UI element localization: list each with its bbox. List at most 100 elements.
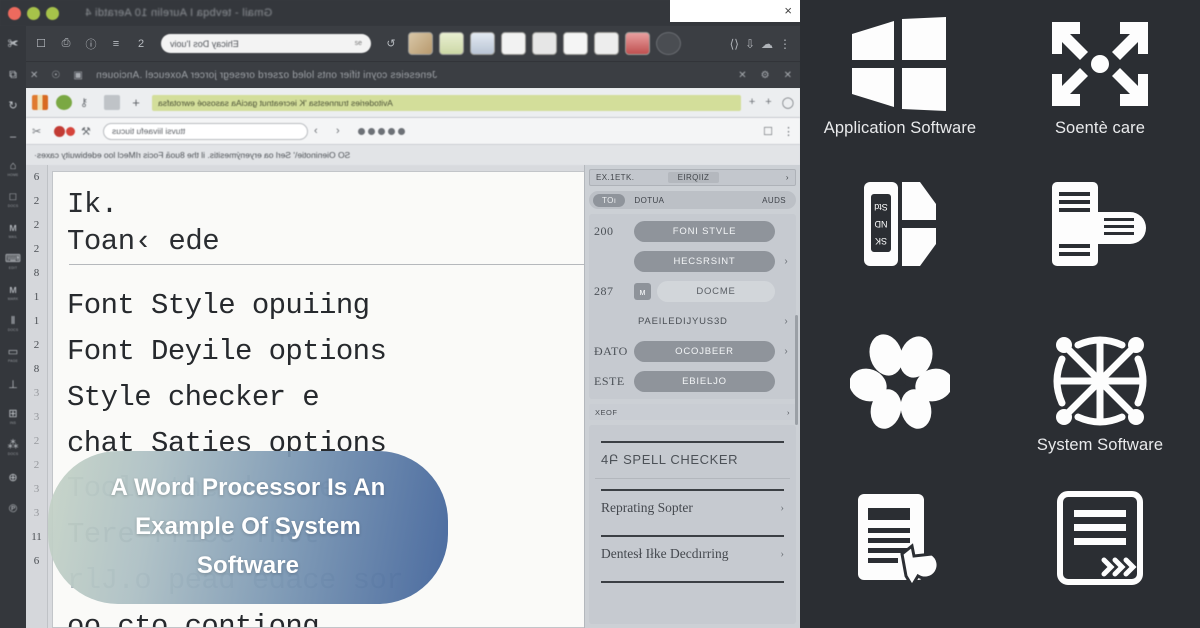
print-icon[interactable]: ⎙ <box>55 34 77 54</box>
inspector-row[interactable]: HECSRSINT › <box>594 251 791 272</box>
inspector-row-button[interactable]: HECSRSINT <box>634 251 775 272</box>
rail-item-12[interactable]: ⊞ INS <box>1 402 25 432</box>
page-count-icon[interactable]: 2 <box>130 34 152 54</box>
inspector-row[interactable]: PAEILEDIJYUS3D › <box>594 311 791 332</box>
browser-tab-title[interactable]: Gmail - tevbqa I Aurelin 10 Aeratdi 4 <box>85 7 272 19</box>
chevron-right-icon[interactable]: › <box>780 502 784 515</box>
bookmark-item-icon-2[interactable]: ✕ <box>30 70 38 81</box>
record-icon-2[interactable] <box>66 126 75 136</box>
overflow-menu-icon[interactable]: ⋮ <box>779 37 791 51</box>
calendar-icon[interactable] <box>532 32 557 55</box>
chevron-right-icon[interactable]: › <box>787 408 790 417</box>
highlight-notification-bar[interactable]: Avitoderies trunnestsa 'K iecreatnut gac… <box>152 94 741 111</box>
inspector-row-button[interactable]: PAEILEDIJYUS3D <box>634 311 775 332</box>
inspector-row-button[interactable]: EBIELJO <box>634 371 775 392</box>
rail-item-5[interactable]: □ DOCS <box>1 185 25 215</box>
spell-checker-label[interactable]: 4Բ SPELL CHECKER <box>597 443 788 478</box>
list-icon[interactable]: ≡ <box>105 34 127 54</box>
icon-cell-printer[interactable] <box>1000 157 1200 314</box>
close-window-icon[interactable] <box>8 6 21 20</box>
rail-item-0[interactable]: ✀ <box>1 30 25 60</box>
window-traffic-lights[interactable] <box>8 6 59 20</box>
more-icon[interactable]: ⋮ <box>783 125 794 138</box>
left-icon-rail[interactable]: ✀ ⧉ ↻ – ⌂ HOME □ DOCS ᴍ MAIL ⌨ EDIT ᴍ MARK ‖ DOCS ▭ PAGE ⊥… <box>0 26 26 628</box>
sync-icon[interactable]: ✕ <box>738 70 746 81</box>
inspector-tabs[interactable]: TOı DOTUA AUDS <box>589 191 796 209</box>
info-icon[interactable]: ⓘ <box>80 34 102 54</box>
add-row-icon[interactable]: + <box>749 96 755 109</box>
status-circle-icon[interactable] <box>56 95 72 110</box>
rail-item-3[interactable]: – <box>1 123 25 153</box>
inspector-list-item[interactable]: Dentesł Iłke Decdırring › <box>597 537 788 571</box>
extension-icon-1[interactable] <box>408 32 433 55</box>
settings-icon[interactable]: ⚙ <box>761 70 770 81</box>
paging-dots[interactable] <box>358 127 405 135</box>
alert-icon[interactable] <box>625 32 650 55</box>
bookmarks-label[interactable]: Jeneseies coyni tifier onts loled ozserd… <box>96 70 437 81</box>
refresh-icon[interactable]: ↺ <box>380 34 402 54</box>
add-icon[interactable]: + <box>128 95 144 110</box>
find-input[interactable]: ttuvsi liivaefu tiucus <box>103 122 308 140</box>
inspector-row-button[interactable]: DOCME <box>657 281 775 302</box>
add-column-icon[interactable]: + <box>765 96 771 109</box>
maximize-window-icon[interactable] <box>46 6 59 20</box>
bookmarks-bar-end[interactable]: ✕ ⚙ ✕ <box>738 70 792 81</box>
scissors-icon[interactable]: ✂ <box>32 124 48 139</box>
rail-item-1[interactable]: ⧉ <box>1 61 25 91</box>
inspector-row[interactable]: 200 FONI STVLE <box>594 221 791 242</box>
rail-item-9[interactable]: ‖ DOCS <box>1 309 25 339</box>
icon-cell-flower[interactable] <box>800 314 1000 471</box>
flag-icon[interactable] <box>563 32 588 55</box>
tab-end[interactable]: AUDS <box>762 196 792 205</box>
icon-cell-soente-care[interactable]: Soentè care <box>1000 0 1200 157</box>
save-icon[interactable] <box>501 32 526 55</box>
toolbar-end-actions[interactable]: ⟨⟩ ⇩ ☁ ⋮ <box>730 37 795 51</box>
inspector-row[interactable]: ESTE EBIELJO <box>594 371 791 392</box>
inspector-row[interactable]: 287 ᴍ DOCME <box>594 281 791 302</box>
inspector-row-button[interactable]: OCOJBEER <box>634 341 775 362</box>
rail-item-6[interactable]: ᴍ MAIL <box>1 216 25 246</box>
icon-cell-document-lines[interactable] <box>1000 471 1200 628</box>
rail-item-13[interactable]: ⁂ DOCS <box>1 433 25 463</box>
rail-item-7[interactable]: ⌨ EDIT <box>1 247 25 277</box>
rail-item-11[interactable]: ⊥ <box>1 371 25 401</box>
chevron-right-icon[interactable]: › <box>781 346 791 357</box>
rail-item-2[interactable]: ↻ <box>1 92 25 122</box>
brush-icon[interactable]: ⚒ <box>81 124 97 139</box>
app-toolbar-secondary-actions[interactable]: ☐ ⋮ <box>763 125 794 138</box>
color-swatch-icon[interactable] <box>32 95 48 110</box>
rail-item-8[interactable]: ᴍ MARK <box>1 278 25 308</box>
chevron-right-icon[interactable]: › <box>780 548 784 561</box>
inspector-row-button[interactable]: FONI STVLE <box>634 221 775 242</box>
tab-active[interactable]: TOı <box>593 193 626 207</box>
app-toolbar-primary-actions[interactable]: + + ◯ <box>749 96 794 109</box>
window-icon[interactable]: ☐ <box>763 125 773 138</box>
cloud-upload-icon[interactable]: ☁ <box>761 37 773 51</box>
bookmark-item-icon-4[interactable]: ▣ <box>73 70 82 81</box>
tools-icon[interactable] <box>656 32 681 55</box>
next-match-icon[interactable]: › <box>336 124 352 139</box>
extension-icon-3[interactable] <box>470 32 495 55</box>
icon-cell-system-software[interactable]: System Software <box>1000 314 1200 471</box>
inspector-row[interactable]: ĐATO OCOJBEER › <box>594 341 791 362</box>
tab-middle[interactable]: DOTUA <box>625 194 673 207</box>
inspector-section-header[interactable]: XEOF › <box>589 404 796 420</box>
rail-item-10[interactable]: ▭ PAGE <box>1 340 25 370</box>
chevron-right-icon[interactable]: › <box>781 256 791 267</box>
close-bar-icon[interactable]: ✕ <box>784 70 792 81</box>
key-icon[interactable]: ⚷ <box>80 95 96 110</box>
rail-item-4[interactable]: ⌂ HOME <box>1 154 25 184</box>
bookmark-icon[interactable]: ☐ <box>30 34 52 54</box>
minimize-window-icon[interactable] <box>27 6 40 20</box>
address-bar[interactable]: Ehicay Dos I'uoiv se <box>161 34 371 53</box>
monitor-icon[interactable] <box>594 32 619 55</box>
prev-match-icon[interactable]: ‹ <box>314 124 330 139</box>
inspector-list-item[interactable]: Reprating Sopter › <box>597 491 788 525</box>
inspector-row-badge[interactable]: ᴍ <box>634 283 651 300</box>
rail-item-15[interactable]: ℗ <box>1 495 25 525</box>
icon-cell-application-software[interactable]: Application Software <box>800 0 1000 157</box>
tag-icon[interactable] <box>104 95 120 110</box>
chevron-right-icon[interactable]: › <box>786 173 789 182</box>
extension-icon-2[interactable] <box>439 32 464 55</box>
chevron-right-icon[interactable]: › <box>781 316 791 327</box>
